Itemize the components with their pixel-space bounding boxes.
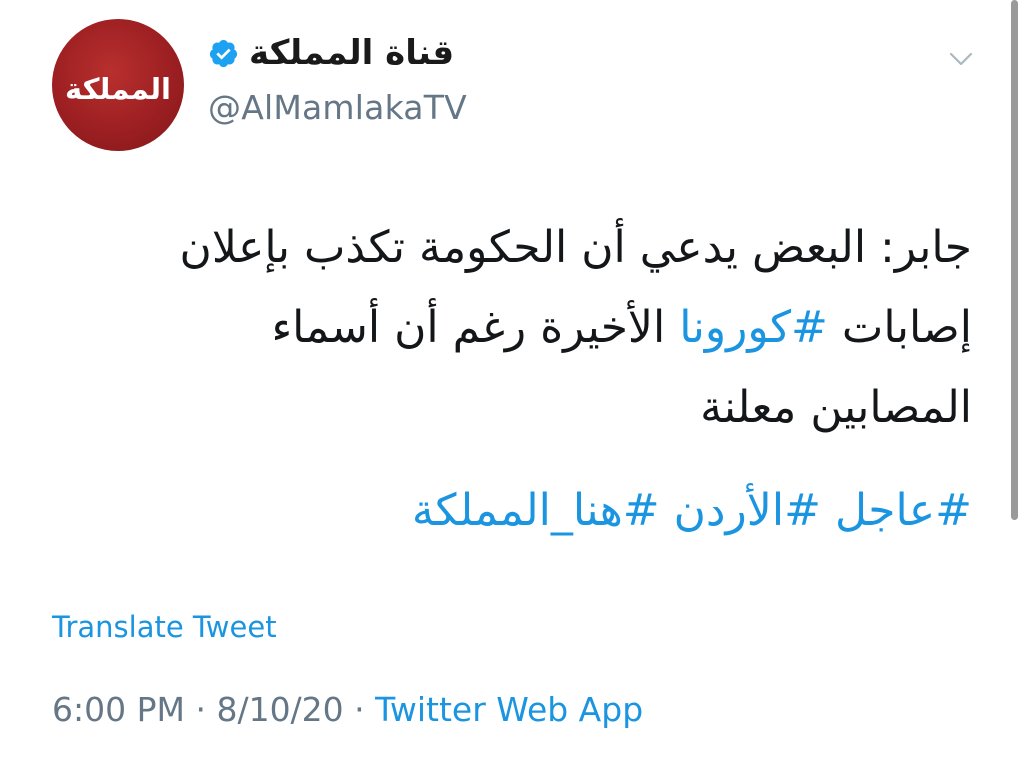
tweet-text-segment: الأخيرة رغم أن أسماء bbox=[271, 302, 680, 353]
verified-badge-icon bbox=[209, 39, 238, 67]
tweet-text-line-2: إصابات #كورونا الأخيرة رغم أن أسماء bbox=[52, 288, 972, 368]
meta-separator: · bbox=[184, 690, 217, 729]
meta-separator: · bbox=[343, 690, 376, 729]
display-name: قناة المملكة bbox=[249, 33, 455, 73]
tweet-text-segment: إصابات bbox=[827, 302, 972, 353]
user-handle[interactable]: @AlMamlakaTV bbox=[208, 88, 467, 127]
tweet-detail: المملكة قناة المملكة @AlMamlakaTV جابر: … bbox=[0, 0, 1024, 758]
translate-tweet-link[interactable]: Translate Tweet bbox=[52, 610, 277, 644]
tweet-metadata: 6:00 PM · 8/10/20 · Twitter Web App bbox=[52, 690, 643, 729]
avatar-logo-text: المملكة bbox=[64, 72, 172, 106]
tweet-text-line-1: جابر: البعض يدعي أن الحكومة تكذب بإعلان bbox=[179, 222, 972, 273]
tweet-source-link[interactable]: Twitter Web App bbox=[375, 690, 643, 729]
tweet-time[interactable]: 6:00 PM bbox=[52, 690, 185, 729]
avatar[interactable]: المملكة bbox=[52, 19, 184, 151]
tweet-text-line-3: المصابين معلنة bbox=[700, 382, 972, 433]
scroll-indicator[interactable] bbox=[1011, 0, 1018, 520]
tweet-text: جابر: البعض يدعي أن الحكومة تكذب بإعلان … bbox=[52, 208, 972, 448]
hashtags-link[interactable]: #عاجل #الأردن #هنا_المملكة bbox=[412, 476, 972, 546]
chevron-down-icon[interactable] bbox=[948, 46, 974, 72]
hashtag-link[interactable]: #كورونا bbox=[679, 302, 828, 353]
tweet-date[interactable]: 8/10/20 bbox=[216, 690, 343, 729]
author-name-row[interactable]: قناة المملكة bbox=[208, 36, 454, 70]
